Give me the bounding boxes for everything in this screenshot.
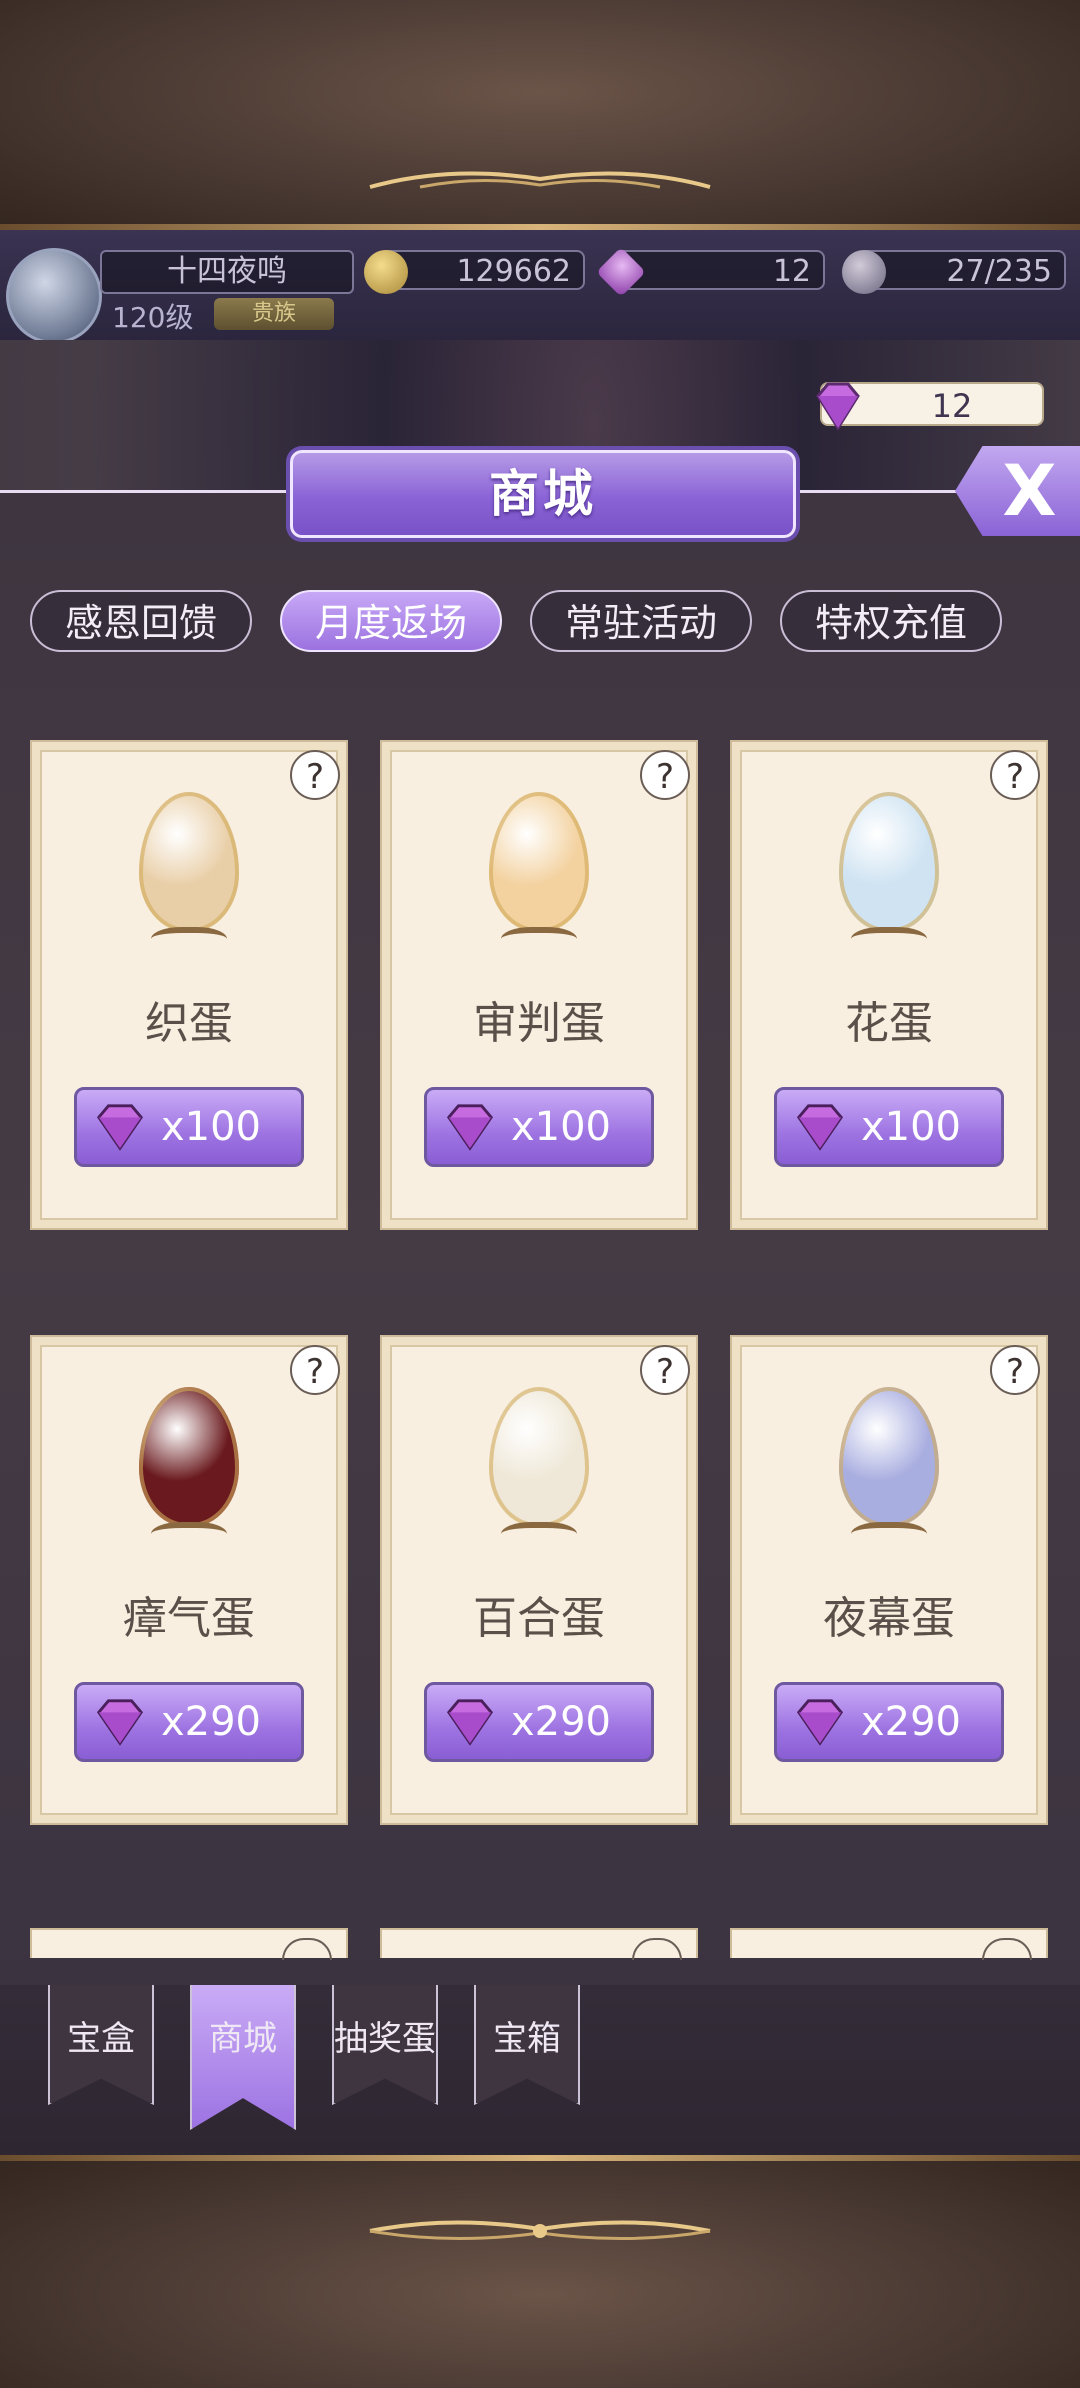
egg-icon: [449, 1377, 629, 1567]
gem-counter[interactable]: 12: [596, 247, 825, 297]
nav-lottery-egg[interactable]: 抽奖蛋: [332, 1985, 438, 2105]
gem-value: 12: [772, 254, 811, 289]
help-icon[interactable]: ?: [640, 750, 690, 800]
help-icon[interactable]: ?: [290, 750, 340, 800]
item-card-partial: [380, 1928, 698, 1960]
buy-button[interactable]: x290: [774, 1682, 1004, 1762]
coin-icon: [364, 250, 408, 294]
buy-button[interactable]: x100: [774, 1087, 1004, 1167]
item-card[interactable]: ? 百合蛋 x290: [380, 1335, 698, 1825]
item-name: 瘴气蛋: [123, 1593, 255, 1644]
item-name: 夜幕蛋: [823, 1593, 955, 1644]
gem-icon: [446, 1104, 494, 1151]
avatar[interactable]: [6, 248, 102, 344]
gem-icon: [596, 247, 646, 297]
egg-icon: [799, 1377, 979, 1567]
tab-gratitude[interactable]: 感恩回馈: [30, 590, 252, 652]
price-label: x100: [860, 1104, 961, 1150]
help-icon: [632, 1938, 682, 1960]
item-card[interactable]: ? 审判蛋 x100: [380, 740, 698, 1230]
stamina-icon: [842, 250, 886, 294]
tab-monthly-return[interactable]: 月度返场: [280, 590, 502, 652]
gem-balance: 12: [816, 382, 1044, 431]
buy-button[interactable]: x290: [74, 1682, 304, 1762]
gem-icon: [96, 1699, 144, 1746]
item-name: 审判蛋: [473, 998, 605, 1049]
help-icon[interactable]: ?: [990, 1345, 1040, 1395]
egg-icon: [99, 782, 279, 972]
price-label: x290: [160, 1699, 261, 1745]
help-icon: [982, 1938, 1032, 1960]
stamina-value: 27/235: [946, 254, 1052, 289]
price-label: x290: [510, 1699, 611, 1745]
gem-balance-value: 12: [931, 387, 973, 425]
item-card[interactable]: ? 花蛋 x100: [730, 740, 1048, 1230]
player-status-bar: 十四夜鸣 120级 贵族 129662 12 27/235: [0, 230, 1080, 344]
noble-badge: 贵族: [214, 298, 334, 330]
egg-icon: [799, 782, 979, 972]
shop-title: 商城: [290, 450, 796, 538]
gem-icon: [816, 382, 860, 431]
help-icon[interactable]: ?: [640, 1345, 690, 1395]
player-name: 十四夜鸣: [100, 250, 354, 294]
price-label: x100: [160, 1104, 261, 1150]
ornament-icon: [369, 171, 711, 189]
tab-privilege-recharge[interactable]: 特权充值: [780, 590, 1002, 652]
egg-icon: [99, 1377, 279, 1567]
tab-permanent-events[interactable]: 常驻活动: [530, 590, 752, 652]
item-card[interactable]: ? 瘴气蛋 x290: [30, 1335, 348, 1825]
item-card[interactable]: ? 织蛋 x100: [30, 740, 348, 1230]
top-decorative-frame: [0, 0, 1080, 230]
buy-button[interactable]: x100: [74, 1087, 304, 1167]
item-card-partial: [730, 1928, 1048, 1960]
player-level: 120级: [112, 301, 194, 334]
price-label: x290: [860, 1699, 961, 1745]
item-name: 织蛋: [145, 998, 233, 1049]
buy-button[interactable]: x100: [424, 1087, 654, 1167]
help-icon[interactable]: ?: [990, 750, 1040, 800]
help-icon: [282, 1938, 332, 1960]
gem-icon: [96, 1104, 144, 1151]
stamina-counter[interactable]: 27/235: [842, 250, 1066, 294]
item-name: 百合蛋: [473, 1593, 605, 1644]
nav-chest[interactable]: 宝箱: [474, 1985, 580, 2105]
bottom-decorative-frame: [0, 2155, 1080, 2388]
gold-counter[interactable]: 129662: [364, 250, 585, 294]
gem-icon: [796, 1104, 844, 1151]
buy-button[interactable]: x290: [424, 1682, 654, 1762]
item-card[interactable]: ? 夜幕蛋 x290: [730, 1335, 1048, 1825]
item-name: 花蛋: [845, 998, 933, 1049]
ornament-icon: [369, 2220, 711, 2241]
gem-icon: [796, 1699, 844, 1746]
help-icon[interactable]: ?: [290, 1345, 340, 1395]
gem-icon: [446, 1699, 494, 1746]
nav-treasure-box[interactable]: 宝盒: [48, 1985, 154, 2105]
price-label: x100: [510, 1104, 611, 1150]
egg-icon: [449, 782, 629, 972]
bottom-nav: 宝盒 商城 抽奖蛋 宝箱: [0, 1985, 1080, 2155]
nav-shop[interactable]: 商城: [190, 1985, 296, 2130]
item-card-partial: [30, 1928, 348, 1960]
gold-value: 129662: [456, 254, 571, 289]
